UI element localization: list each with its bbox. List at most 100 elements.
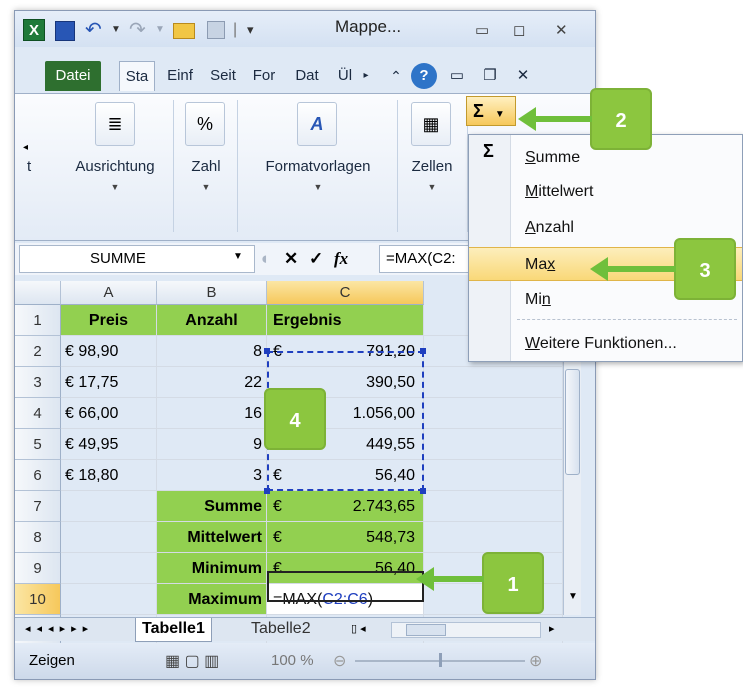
view-buttons-icon[interactable]: ▦ ▢ ▥ [165, 651, 219, 671]
autosum-button[interactable]: Σ ▼ [466, 96, 516, 126]
cell-a[interactable]: € 18,80 [61, 460, 157, 491]
formatvorlagen-group[interactable]: A Formatvorlagen ▼ [243, 94, 393, 240]
tab-start[interactable]: Sta [119, 61, 155, 91]
cell-a[interactable]: € 17,75 [61, 367, 157, 398]
zellen-group[interactable]: ▦ Zellen ▼ [401, 94, 463, 240]
tab-formeln[interactable]: For [247, 61, 281, 91]
cell-a[interactable] [61, 553, 157, 584]
doc-restore-icon[interactable]: ❐ [479, 61, 501, 91]
ausrichtung-group[interactable]: ≣ Ausrichtung ▼ [59, 94, 171, 240]
column-header-a[interactable]: A [61, 281, 157, 305]
range-handle[interactable] [420, 348, 426, 354]
cell-a[interactable] [61, 584, 157, 615]
zoom-out-icon[interactable]: ⊖ [333, 651, 346, 671]
ribbon-scroll-left[interactable]: ◂ t [15, 94, 55, 240]
cell-a[interactable]: € 98,90 [61, 336, 157, 367]
row-header[interactable]: 10 [15, 584, 61, 615]
restore-icon[interactable]: ◻ [513, 21, 525, 39]
sheet-tab-tabelle2[interactable]: Tabelle2 [245, 618, 317, 642]
cancel-formula-icon[interactable]: ✕ [284, 249, 298, 268]
tab-seitenlayout[interactable]: Seit [205, 61, 241, 91]
confirm-formula-icon[interactable]: ✓ [309, 249, 323, 268]
cell-d[interactable] [424, 522, 563, 553]
sheet-nav-icon[interactable]: ◂◂◂▸▸▸ [19, 618, 100, 642]
resize-handle-icon[interactable]: ◖ [259, 249, 269, 268]
zoom-in-icon[interactable]: ⊕ [529, 651, 542, 671]
cell-b[interactable]: 3 [157, 460, 267, 491]
row-header[interactable]: 7 [15, 491, 61, 522]
undo-icon[interactable]: ↶ [85, 19, 102, 41]
doc-minimize-icon[interactable]: ▭ [447, 61, 467, 91]
range-handle[interactable] [264, 348, 270, 354]
cell-d[interactable] [424, 429, 563, 460]
zoom-level[interactable]: 100 % [271, 652, 314, 669]
active-cell-c10[interactable] [267, 571, 424, 602]
cell-b[interactable]: Anzahl [157, 305, 267, 336]
column-header-c[interactable]: C [267, 281, 424, 305]
name-box[interactable]: SUMME [19, 245, 255, 273]
zoom-slider-thumb[interactable] [439, 653, 442, 667]
ribbon-minimize-icon[interactable]: ⌃ [387, 61, 405, 91]
sheet-scroll-icon[interactable]: ▯ ◂ [345, 618, 372, 642]
scroll-right-icon[interactable]: ▸ [543, 618, 561, 642]
customize-toolbar-icon[interactable]: ▾ [247, 19, 254, 41]
close-icon[interactable]: ✕ [555, 21, 568, 39]
tab-daten[interactable]: Dat [289, 61, 325, 91]
h-scroll-thumb[interactable] [406, 624, 446, 636]
zahl-group[interactable]: % Zahl ▼ [179, 94, 233, 240]
column-header-b[interactable]: B [157, 281, 267, 305]
horizontal-scrollbar[interactable] [391, 622, 541, 638]
cell-a[interactable] [61, 522, 157, 553]
help-icon[interactable]: ? [411, 63, 437, 89]
row-header[interactable]: 3 [15, 367, 61, 398]
cell-c[interactable]: €548,73 [267, 522, 424, 553]
cell-b[interactable]: 8 [157, 336, 267, 367]
cell-a[interactable]: € 49,95 [61, 429, 157, 460]
excel-logo-icon[interactable]: X [23, 19, 45, 41]
name-box-dropdown-icon[interactable]: ▼ [233, 251, 243, 262]
cell-c[interactable]: Ergebnis [267, 305, 424, 336]
tab-ueberpruefen[interactable]: Ül [331, 61, 359, 91]
scroll-thumb[interactable] [565, 369, 580, 475]
tab-einfuegen[interactable]: Einf [161, 61, 199, 91]
undo-dropdown-icon[interactable]: ▼ [111, 19, 121, 41]
insert-function-icon[interactable]: fx [334, 249, 348, 268]
cell-d[interactable] [424, 367, 563, 398]
tab-scroll-right-icon[interactable]: ▸ [359, 61, 373, 91]
menu-item-5[interactable]: Weitere Funktionen... [469, 327, 742, 361]
select-all-corner[interactable] [15, 281, 61, 305]
vertical-scrollbar[interactable]: ▼ [563, 361, 581, 615]
row-header[interactable]: 4 [15, 398, 61, 429]
row-header[interactable]: 8 [15, 522, 61, 553]
cell-d[interactable] [424, 491, 563, 522]
cell-b[interactable]: Maximum [157, 584, 267, 615]
redo-icon[interactable]: ↷ [129, 19, 146, 41]
cell-b[interactable]: Summe [157, 491, 267, 522]
cell-d[interactable] [424, 460, 563, 491]
cell-b[interactable]: 22 [157, 367, 267, 398]
cell-d[interactable] [424, 398, 563, 429]
cell-a[interactable] [61, 491, 157, 522]
row-header[interactable]: 6 [15, 460, 61, 491]
range-handle[interactable] [420, 488, 426, 494]
scroll-down-icon[interactable]: ▼ [568, 591, 578, 602]
open-folder-icon[interactable] [173, 23, 195, 39]
cell-a[interactable]: Preis [61, 305, 157, 336]
row-header[interactable]: 5 [15, 429, 61, 460]
range-handle[interactable] [264, 488, 270, 494]
row-header[interactable]: 2 [15, 336, 61, 367]
cell-a[interactable]: € 66,00 [61, 398, 157, 429]
cell-b[interactable]: Minimum [157, 553, 267, 584]
doc-close-icon[interactable]: ✕ [513, 61, 533, 91]
menu-item-1[interactable]: Mittelwert [469, 175, 742, 209]
row-header[interactable]: 9 [15, 553, 61, 584]
cell-b[interactable]: Mittelwert [157, 522, 267, 553]
print-icon[interactable] [207, 21, 225, 39]
cell-c[interactable]: €2.743,65 [267, 491, 424, 522]
minimize-icon[interactable]: ▭ [475, 21, 489, 39]
save-icon[interactable] [55, 21, 75, 41]
cell-b[interactable]: 16 [157, 398, 267, 429]
cell-b[interactable]: 9 [157, 429, 267, 460]
tab-datei[interactable]: Datei [45, 61, 101, 91]
redo-dropdown-icon[interactable]: ▼ [155, 19, 165, 41]
